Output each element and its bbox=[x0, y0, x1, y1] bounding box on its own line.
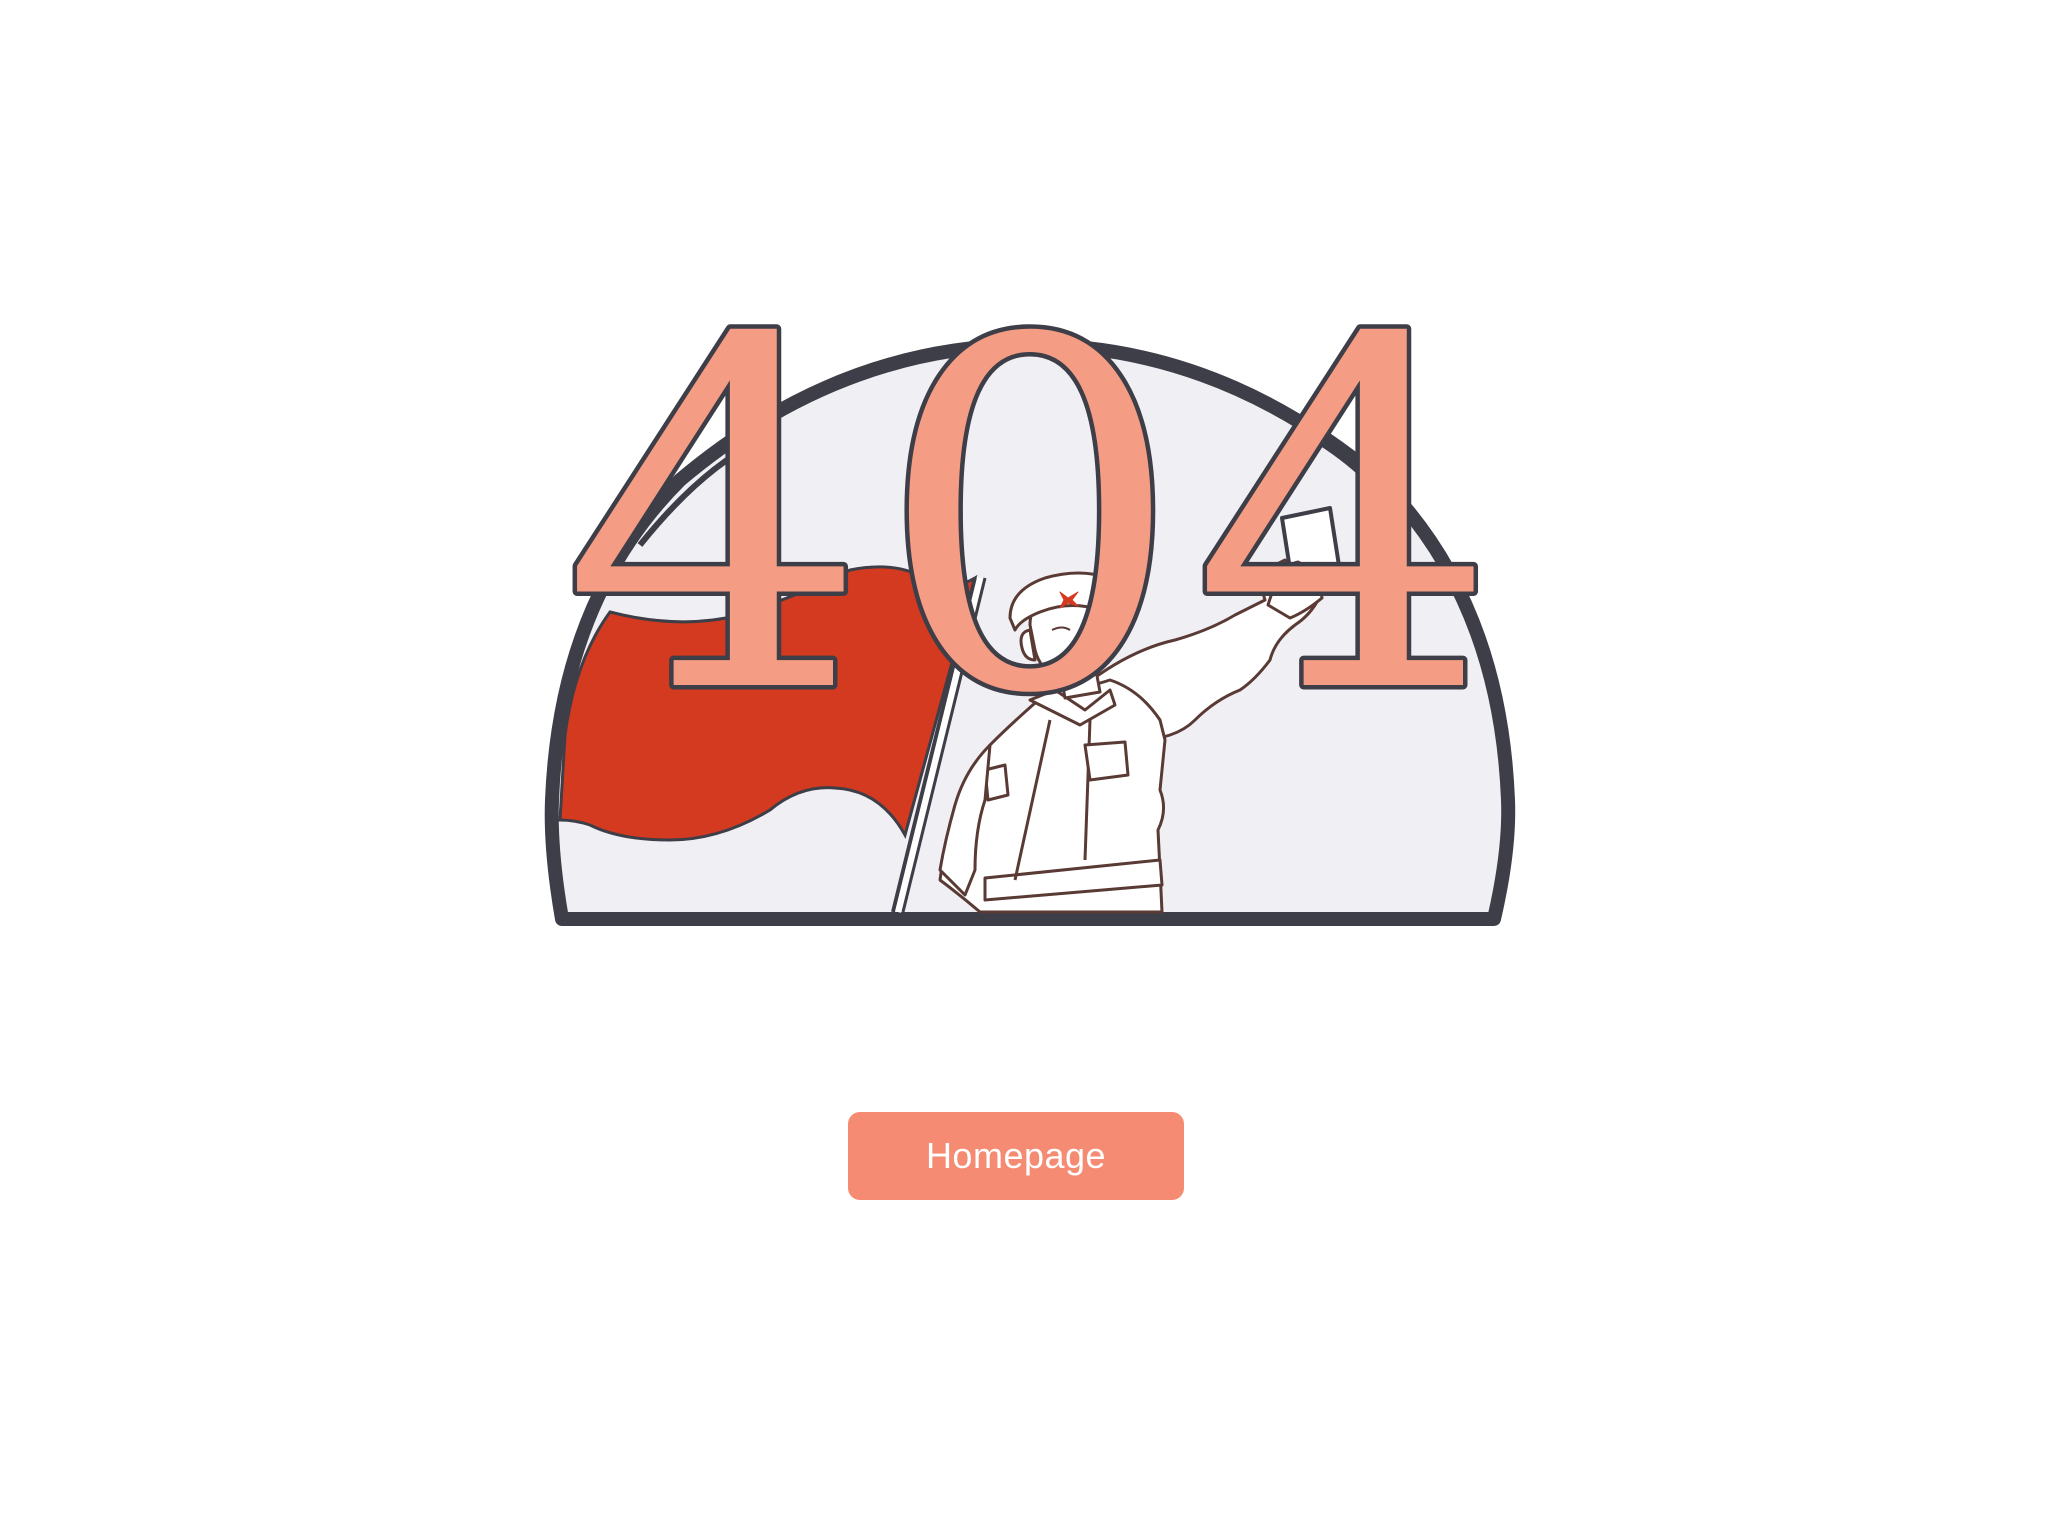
error-code-digit-2: 0 bbox=[877, 240, 1182, 799]
homepage-button[interactable]: Homepage bbox=[848, 1112, 1184, 1200]
error-page: 4 0 4 Homepage bbox=[0, 0, 2048, 1536]
error-code-digit-1: 4 bbox=[562, 240, 867, 799]
homepage-button-label: Homepage bbox=[925, 1135, 1107, 1176]
error-code: 4 0 4 bbox=[558, 236, 1502, 804]
error-code-digit-3: 4 bbox=[1192, 240, 1497, 799]
error-404-illustration: 4 0 4 bbox=[544, 236, 1516, 926]
